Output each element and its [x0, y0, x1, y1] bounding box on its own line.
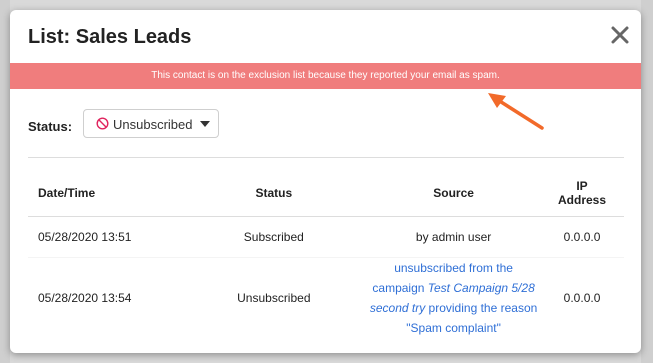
column-header-source: Source [433, 185, 474, 200]
status-label: Status: [28, 119, 73, 134]
cell-ip: 0.0.0.0 [563, 230, 601, 244]
close-button[interactable] [609, 24, 631, 46]
status-dropdown-value: Unsubscribed [113, 117, 193, 132]
annotation-arrow-icon [488, 93, 544, 130]
backdrop-left [0, 0, 10, 363]
cell-status: Subscribed [243, 230, 304, 244]
cell-ip: 0.0.0.0 [563, 291, 601, 305]
backdrop-right [641, 0, 653, 363]
exclusion-alert-banner: This contact is on the exclusion list be… [10, 63, 641, 89]
column-header-ip-line2: Address [558, 192, 607, 207]
source-suffix: providing the reason "Spam complaint" [406, 301, 538, 335]
column-header-ip-address: IP Address [540, 169, 624, 217]
close-icon [611, 26, 629, 44]
column-header-status: Status [255, 185, 293, 200]
list-history-modal: List: Sales Leads This contact is on the… [10, 10, 641, 353]
ban-icon [96, 117, 109, 130]
cell-datetime: 05/28/2020 13:51 [38, 230, 132, 244]
cell-datetime: 05/28/2020 13:54 [38, 291, 132, 305]
status-dropdown[interactable]: Unsubscribed [83, 109, 219, 138]
cell-source: by admin user [415, 230, 492, 244]
caret-down-icon [200, 121, 210, 127]
table-row: 05/28/2020 13:54 Unsubscribed unsubscrib… [28, 258, 624, 339]
column-header-ip-line1: IP [576, 178, 588, 193]
column-header-datetime: Date/Time [38, 185, 96, 200]
table-header-row: Date/Time Status Source IP Address [28, 169, 624, 217]
section-divider [28, 157, 624, 158]
cell-source: unsubscribed from the campaign Test Camp… [367, 258, 540, 339]
table-row: 05/28/2020 13:51 Subscribed by admin use… [28, 217, 624, 258]
modal-title: List: Sales Leads [28, 26, 192, 48]
campaign-source-link[interactable]: unsubscribed from the campaign Test Camp… [370, 261, 537, 335]
cell-status: Unsubscribed [237, 291, 311, 305]
status-history-table: Date/Time Status Source IP Address 05/28… [28, 169, 624, 338]
